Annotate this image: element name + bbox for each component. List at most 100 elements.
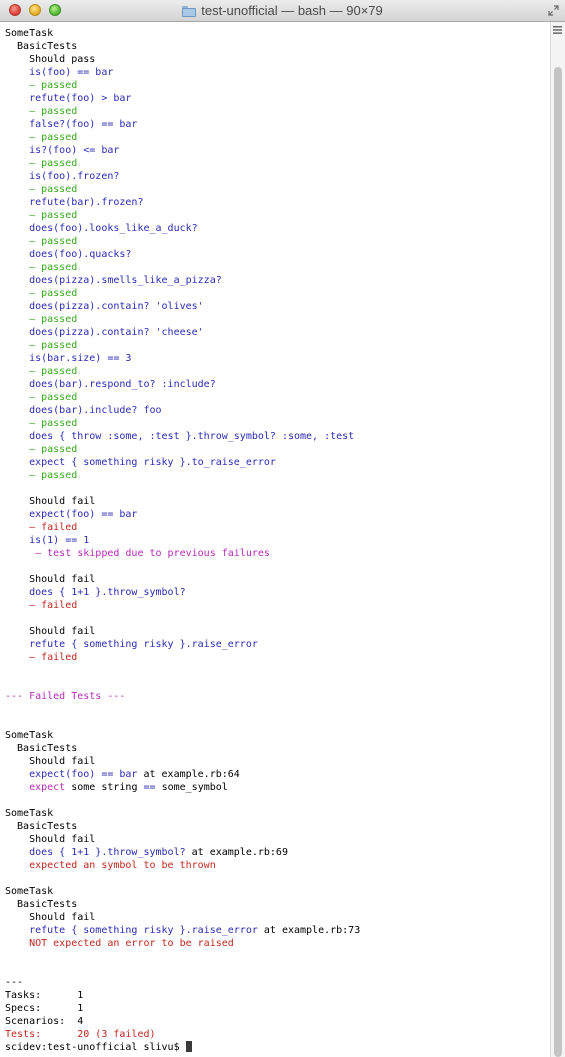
scrollbar-thumb[interactable]	[554, 67, 562, 1057]
terminal-line: Scenarios: 4	[5, 1015, 545, 1028]
terminal-window: test-unofficial — bash — 90×79 SomeTask …	[0, 0, 565, 1057]
terminal-line: Tasks: 1	[5, 989, 545, 1002]
terminal-text-segment: Should fail	[5, 496, 96, 507]
terminal-text-segment: – test skipped due to previous failures	[5, 548, 270, 559]
terminal-line: does(bar).respond_to? :include?	[5, 378, 545, 391]
terminal-text-segment: Should fail	[5, 834, 96, 845]
terminal-text-segment: BasicTests	[5, 743, 78, 754]
terminal-text-segment: ---	[5, 977, 24, 988]
terminal-text-segment: expect(foo) == bar	[5, 509, 138, 520]
terminal-text-segment: – passed	[5, 184, 78, 195]
terminal-text-segment: – failed	[5, 600, 78, 611]
terminal-text-segment: at example.rb:73	[257, 925, 361, 936]
terminal-text-segment: – passed	[5, 210, 78, 221]
terminal-text-segment: --- Failed Tests ---	[5, 691, 126, 702]
terminal-line: Should fail	[5, 833, 545, 846]
terminal-line: refute(bar).frozen?	[5, 196, 545, 209]
terminal-text-segment: Should fail	[5, 756, 96, 767]
terminal-text-segment: does(bar).respond_to? :include?	[5, 379, 216, 390]
terminal-line: BasicTests	[5, 742, 545, 755]
terminal-line: SomeTask	[5, 729, 545, 742]
terminal-text-segment: – passed	[5, 106, 78, 117]
terminal-text-segment: expect	[5, 782, 66, 793]
terminal-text-segment: refute { something risky }.raise_error	[5, 925, 258, 936]
terminal-line: – passed	[5, 469, 545, 482]
terminal-line: Tests: 20 (3 failed)	[5, 1028, 545, 1041]
terminal-text-segment: ==	[143, 782, 156, 793]
text-cursor	[185, 1041, 192, 1052]
window-title: test-unofficial — bash — 90×79	[201, 3, 383, 18]
terminal-text-segment: Tasks: 1	[5, 990, 84, 1001]
fullscreen-icon[interactable]	[548, 5, 559, 16]
terminal-text-segment: SomeTask	[5, 808, 54, 819]
terminal-text-segment: – passed	[5, 392, 78, 403]
terminal-line: does { 1+1 }.throw_symbol?	[5, 586, 545, 599]
terminal-text-segment: SomeTask	[5, 28, 54, 39]
shell-prompt: scidev:test-unofficial slivu$	[5, 1042, 186, 1053]
terminal-text-segment: – passed	[5, 132, 78, 143]
terminal-line: is?(foo) <= bar	[5, 144, 545, 157]
terminal-text-segment: is(bar.size) == 3	[5, 353, 132, 364]
terminal-line: does(pizza).contain? 'olives'	[5, 300, 545, 313]
terminal-line: refute(foo) > bar	[5, 92, 545, 105]
terminal-text-segment: – passed	[5, 340, 78, 351]
terminal-text-segment: – passed	[5, 418, 78, 429]
terminal-line: ---	[5, 976, 545, 989]
terminal-line: expect(foo) == bar	[5, 508, 545, 521]
terminal-text-segment: at example.rb:64	[137, 769, 240, 780]
prompt-line[interactable]: scidev:test-unofficial slivu$	[5, 1041, 545, 1054]
terminal-text-segment: is(1) == 1	[5, 535, 90, 546]
terminal-text-segment: some string	[65, 782, 144, 793]
terminal-text-segment: BasicTests	[5, 821, 78, 832]
terminal-text-segment: – passed	[5, 262, 78, 273]
terminal-line: – passed	[5, 209, 545, 222]
terminal-text-segment: – passed	[5, 444, 78, 455]
terminal-text-segment: – passed	[5, 288, 78, 299]
terminal-text-segment: Tests: 20 (3 failed)	[5, 1029, 156, 1040]
terminal-output[interactable]: SomeTask BasicTests Should pass is(foo) …	[5, 27, 545, 1054]
terminal-text-segment: is?(foo) <= bar	[5, 145, 120, 156]
terminal-text-segment: does { 1+1 }.throw_symbol?	[5, 587, 186, 598]
terminal-line: – passed	[5, 417, 545, 430]
terminal-line: Specs: 1	[5, 1002, 545, 1015]
window-title-area: test-unofficial — bash — 90×79	[0, 3, 565, 18]
terminal-line: BasicTests	[5, 40, 545, 53]
terminal-line: – passed	[5, 79, 545, 92]
terminal-line: SomeTask	[5, 27, 545, 40]
terminal-line: – passed	[5, 261, 545, 274]
terminal-line: BasicTests	[5, 820, 545, 833]
terminal-text-segment: – passed	[5, 236, 78, 247]
terminal-text-segment: – failed	[5, 652, 78, 663]
terminal-line: – test skipped due to previous failures	[5, 547, 545, 560]
terminal-line: expect(foo) == bar at example.rb:64	[5, 768, 545, 781]
title-bar[interactable]: test-unofficial — bash — 90×79	[0, 0, 565, 22]
terminal-line: expect { something risky }.to_raise_erro…	[5, 456, 545, 469]
terminal-line: BasicTests	[5, 898, 545, 911]
terminal-text-segment: false?(foo) == bar	[5, 119, 138, 130]
terminal-text-segment: does(foo).quacks?	[5, 249, 132, 260]
terminal-text-segment: does(bar).include? foo	[5, 405, 162, 416]
terminal-line: is(bar.size) == 3	[5, 352, 545, 365]
terminal-line: is(foo).frozen?	[5, 170, 545, 183]
terminal-line: does(pizza).contain? 'cheese'	[5, 326, 545, 339]
terminal-text-segment: Scenarios: 4	[5, 1016, 84, 1027]
terminal-line: – passed	[5, 313, 545, 326]
terminal-text-segment: Should fail	[5, 626, 96, 637]
terminal-text-segment: does(pizza).smells_like_a_pizza?	[5, 275, 222, 286]
terminal-text-segment: – passed	[5, 366, 78, 377]
vertical-scrollbar[interactable]	[550, 22, 565, 1057]
terminal-line: – passed	[5, 365, 545, 378]
terminal-text-segment: Should fail	[5, 912, 96, 923]
terminal-text-segment: SomeTask	[5, 730, 54, 741]
terminal-text-segment: is(foo) == bar	[5, 67, 114, 78]
terminal-line: --- Failed Tests ---	[5, 690, 545, 703]
terminal-text-segment: does { 1+1 }.throw_symbol?	[5, 847, 186, 858]
terminal-line: – passed	[5, 131, 545, 144]
